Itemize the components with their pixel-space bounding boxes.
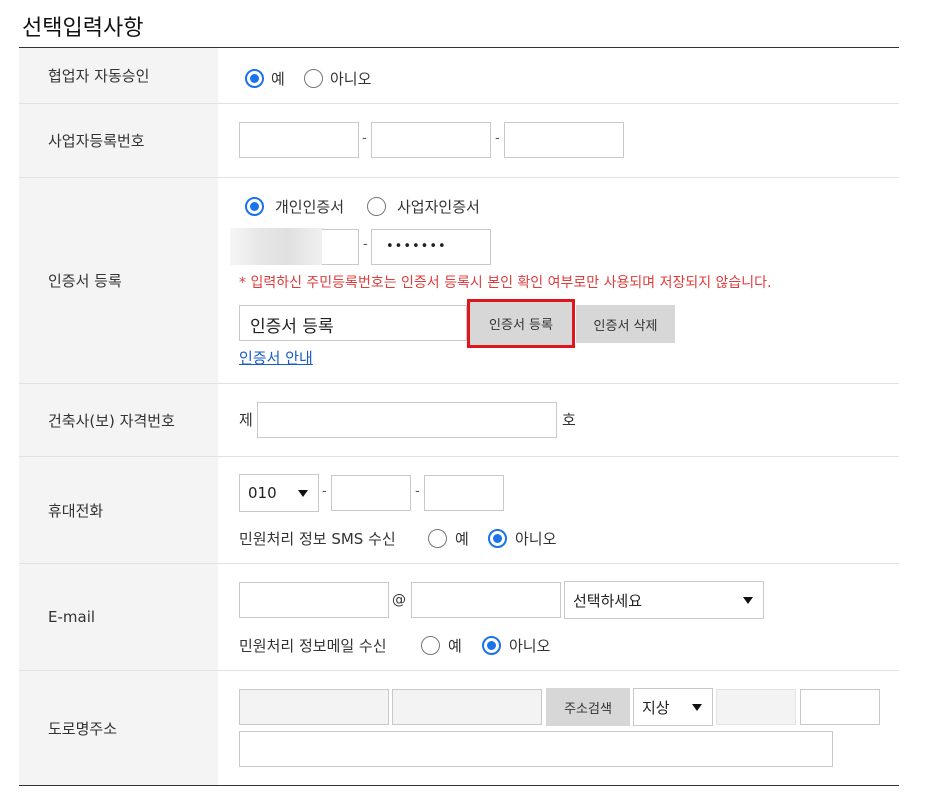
auto-approve-no-label: 아니오 <box>330 70 372 88</box>
sms-yes-label: 예 <box>455 530 469 548</box>
sms-yes-radio[interactable] <box>428 529 447 548</box>
resident-no-front-edge <box>322 229 359 265</box>
section-title: 선택입력사항 <box>22 16 144 41</box>
business-no-label: 사업자등록번호 <box>19 104 218 177</box>
mail-no-radio[interactable] <box>482 636 501 655</box>
cert-warning-text: * 입력하신 주민등록번호는 인증서 등록시 본인 확인 여부로만 사용되며 저… <box>239 275 772 291</box>
highlight-box <box>467 299 575 348</box>
cert-business-label: 사업자인증서 <box>397 198 480 216</box>
building-sub-no-input[interactable] <box>800 689 880 725</box>
sms-consent-label: 민원처리 정보 SMS 수신 <box>239 530 396 548</box>
cert-delete-button[interactable]: 인증서 삭제 <box>576 305 675 343</box>
mobile-area-value: 010 <box>248 484 277 502</box>
mobile-label: 휴대전화 <box>19 457 218 563</box>
chevron-down-icon <box>298 490 308 497</box>
architect-no-prefix: 제 <box>239 411 253 429</box>
zipcode-input <box>239 689 389 725</box>
email-domain-input[interactable] <box>411 582 561 618</box>
email-label: E-mail <box>19 564 218 670</box>
mobile-last-input[interactable] <box>424 475 504 511</box>
cert-personal-label: 개인인증서 <box>275 198 345 216</box>
resident-no-front-input[interactable] <box>230 228 325 265</box>
road-address-label: 도로명주소 <box>19 671 218 785</box>
architect-no-input[interactable] <box>257 402 557 438</box>
sms-no-label: 아니오 <box>515 530 557 548</box>
cert-name-field: 인증서 등록 <box>239 305 467 341</box>
mail-yes-label: 예 <box>448 637 462 655</box>
resident-no-sep: - <box>363 237 368 252</box>
auto-approve-label: 협업자 자동승인 <box>19 48 218 103</box>
business-no-sep: - <box>495 131 500 146</box>
business-no-part3-input[interactable] <box>504 122 624 158</box>
architect-no-suffix: 호 <box>562 411 576 429</box>
cert-guide-link[interactable]: 인증서 안내 <box>239 347 313 368</box>
cert-personal-radio[interactable] <box>245 197 264 216</box>
auto-approve-yes-label: 예 <box>271 70 285 88</box>
mail-no-label: 아니오 <box>509 637 551 655</box>
mobile-area-select[interactable]: 010 <box>239 474 319 512</box>
mobile-mid-input[interactable] <box>331 475 411 511</box>
address-base-input <box>392 689 542 725</box>
chevron-down-icon <box>743 597 753 604</box>
chevron-down-icon <box>692 704 702 711</box>
resident-no-back-input[interactable]: ••••••• <box>371 229 491 265</box>
building-no-input <box>716 689 796 725</box>
auto-approve-no-radio[interactable] <box>304 69 323 88</box>
floor-type-select[interactable]: 지상 <box>633 688 713 726</box>
business-no-part1-input[interactable] <box>239 122 359 158</box>
mobile-sep: - <box>415 484 420 499</box>
section-bottom-divider <box>19 785 899 786</box>
architect-no-label: 건축사(보) 자격번호 <box>19 384 218 456</box>
mobile-sep: - <box>322 484 327 499</box>
floor-type-value: 지상 <box>642 698 670 717</box>
mail-consent-label: 민원처리 정보메일 수신 <box>239 637 387 655</box>
address-search-button[interactable]: 주소검색 <box>546 688 630 726</box>
mail-yes-radio[interactable] <box>421 636 440 655</box>
sms-no-radio[interactable] <box>488 529 507 548</box>
cert-label: 인증서 등록 <box>19 178 218 383</box>
auto-approve-yes-radio[interactable] <box>245 69 264 88</box>
email-domain-select[interactable]: 선택하세요 <box>564 581 764 619</box>
business-no-sep: - <box>362 131 367 146</box>
address-detail-input[interactable] <box>239 731 833 767</box>
email-domain-select-value: 선택하세요 <box>573 591 643 610</box>
business-no-part2-input[interactable] <box>371 122 491 158</box>
email-at-sign: @ <box>392 592 406 608</box>
email-id-input[interactable] <box>239 582 389 618</box>
cert-business-radio[interactable] <box>367 197 386 216</box>
